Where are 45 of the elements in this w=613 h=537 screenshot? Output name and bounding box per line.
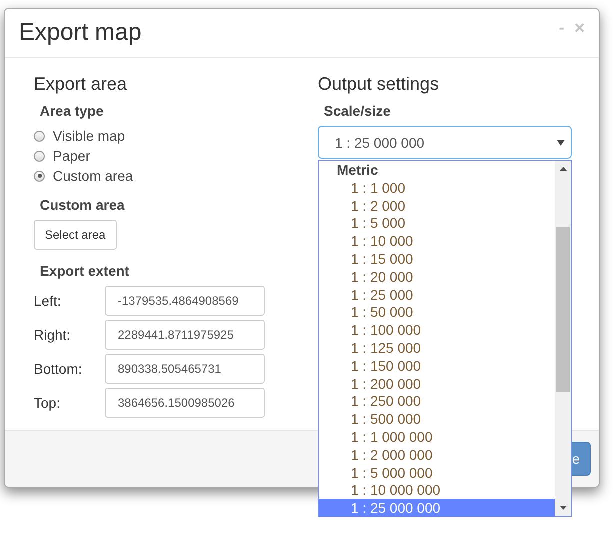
input-field[interactable]: -1379535.4864908569 xyxy=(105,286,265,316)
dropdown-option[interactable]: 1 : 25 000 000 xyxy=(319,499,555,517)
input-field[interactable]: 2289441.8711975925 xyxy=(105,320,265,350)
field-label: Top: xyxy=(34,395,62,411)
field-label: Scale/size xyxy=(324,102,391,120)
field-label: Area type xyxy=(40,102,104,120)
scroll-thumb[interactable] xyxy=(556,227,570,392)
field-label: Bottom: xyxy=(34,361,84,377)
scrollbar[interactable] xyxy=(555,161,571,516)
dropdown-option[interactable]: 1 : 2 000 xyxy=(319,196,555,214)
caret-icon xyxy=(557,140,565,146)
input-field[interactable]: 890338.505465731 xyxy=(105,354,265,384)
dropdown-option[interactable]: 1 : 5 000 000 xyxy=(319,464,555,482)
scroll-down-icon[interactable] xyxy=(560,506,566,510)
scroll-up-icon[interactable] xyxy=(560,167,566,171)
dropdown-option[interactable]: 1 : 10 000 xyxy=(319,232,555,250)
field-label: Custom area xyxy=(40,196,125,214)
section-heading: Export area xyxy=(34,74,128,94)
dropdown-option[interactable]: 1 : 5 000 xyxy=(319,214,555,232)
dropdown-option[interactable]: 1 : 500 000 xyxy=(319,410,555,428)
field-label: Right: xyxy=(34,327,72,343)
radio-option[interactable]: Visible map xyxy=(34,126,134,146)
dropdown-option[interactable]: 1 : 200 000 xyxy=(319,374,555,392)
dropdown-option[interactable]: 1 : 50 000 xyxy=(319,303,555,322)
dropdown-option[interactable]: 1 : 100 000 xyxy=(319,321,555,339)
section-heading: Output settings xyxy=(318,74,440,94)
field-label: Export extent xyxy=(40,262,130,280)
dropdown-option[interactable]: 1 : 10 000 000 xyxy=(319,481,555,500)
radio-option[interactable]: Custom area xyxy=(34,166,134,186)
dropdown-option[interactable]: 1 : 125 000 xyxy=(319,338,555,357)
select-area-button[interactable]: Select area xyxy=(34,220,117,250)
dropdown-option[interactable]: 1 : 2 000 000 xyxy=(319,446,555,464)
dropdown-option[interactable]: 1 : 20 000 xyxy=(319,268,555,286)
input-field[interactable]: 3864656.1500985026 xyxy=(105,388,265,418)
scale-dropdown[interactable]: 1 : 25 000 000 xyxy=(318,126,572,159)
field-label: Left: xyxy=(34,293,62,309)
dropdown-option[interactable]: 1 : 15 000 xyxy=(319,250,555,268)
window-title: Export map xyxy=(19,19,142,47)
dropdown-option[interactable]: 1 : 1 000 xyxy=(319,178,555,197)
dropdown-option[interactable]: 1 : 1 000 000 xyxy=(319,428,555,446)
dropdown-option[interactable]: 1 : 250 000 xyxy=(319,392,555,410)
dropdown-option[interactable]: 1 : 150 000 xyxy=(319,356,555,375)
dropdown-option[interactable]: 1 : 25 000 xyxy=(319,286,555,304)
option-group-label: Metric xyxy=(336,161,380,179)
radio-option[interactable]: Paper xyxy=(34,146,134,166)
